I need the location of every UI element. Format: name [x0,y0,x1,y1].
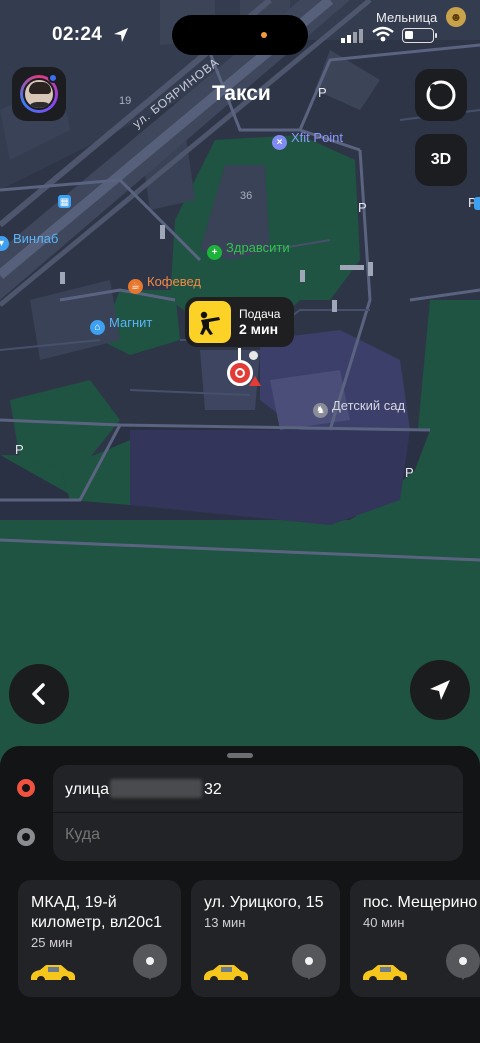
poi-magnit[interactable]: ⌂ Магнит [90,315,152,335]
notification-badge [48,73,58,83]
poi-zdravsity[interactable]: + Здравсити [207,240,290,260]
ring-icon [426,80,456,110]
wine-icon: ▾ [0,236,9,251]
dumbbell-icon: × [272,135,287,150]
status-time: 02:24 [52,24,103,45]
destination-dot-icon [17,828,35,846]
poi-kofeved[interactable]: ☕ Кофевед [128,274,201,294]
origin-dot-icon [17,779,35,797]
svg-text:P: P [15,442,24,457]
map-canvas: P P P P P [0,0,480,562]
route-sheet: улица 32 МКАД, 19-й километр, вл20с1 25 м… [0,746,480,1043]
metro-icon-right [474,195,480,210]
taxi-car-icon [363,965,407,984]
taxi-car-icon [204,965,248,984]
poi-kindergarten[interactable]: ♞ Детский сад [313,398,405,418]
battery-cap [435,33,437,38]
wifi-icon [372,26,394,42]
redacted-address [109,779,202,798]
hailing-person-icon [189,301,231,343]
back-button[interactable] [9,664,69,724]
page-title: Такси [212,82,271,105]
map-pin-icon [446,944,480,980]
pharmacy-cross-icon: + [207,245,222,260]
layers-toggle-button[interactable] [415,69,467,121]
suggestion-card[interactable]: МКАД, 19-й километр, вл20с1 25 мин [18,880,181,997]
coffee-icon: ☕ [128,279,143,294]
carrier-name: Мельница [376,10,438,25]
suggestion-time: 25 мин [31,935,73,950]
suggestion-card[interactable]: ул. Урицкого, 15 13 мин [191,880,340,997]
suggestion-title: МКАД, 19-й километр, вл20с1 [31,894,162,931]
carrier-emoji-icon: ☻ [446,7,466,27]
profile-button[interactable] [12,67,66,121]
route-input-box: улица 32 [53,765,463,861]
svg-text:P: P [405,465,414,480]
taxi-car-icon [31,965,75,984]
metro-icon: ▦ [58,195,71,208]
suggestion-title: ул. Урицкого, 15 [204,894,324,911]
origin-house: 32 [203,781,222,798]
navigation-arrow-icon [430,680,450,700]
origin-field[interactable]: улица 32 [65,779,222,799]
poi-vinlab[interactable]: ▾ Винлаб [0,231,58,251]
pickup-label: Подача [239,307,281,321]
suggestion-time: 40 мин [363,915,405,930]
my-location-button[interactable] [410,660,470,720]
house-number-36: 36 [240,190,253,202]
map-pin-icon [292,944,326,980]
signal-icon [341,29,363,43]
suggestion-card[interactable]: пос. Мещерино 40 мин [350,880,480,997]
suggestion-title: пос. Мещерино [363,894,478,911]
svg-text:P: P [358,200,367,215]
privacy-indicator-dot [261,32,267,38]
suggestion-time: 13 мин [204,915,246,930]
dynamic-island [172,15,308,55]
svg-text:P: P [318,85,327,100]
destination-input[interactable] [65,826,445,844]
sheet-grabber[interactable] [227,753,253,758]
location-arrow-icon [114,28,128,42]
map-pin-icon [133,944,167,980]
battery-icon [402,28,434,43]
pickup-eta: 2 мин [239,321,279,337]
field-divider [53,812,463,813]
shopping-basket-icon: ⌂ [90,320,105,335]
chevron-left-icon [32,683,45,705]
poi-xfit[interactable]: × Xfit Point [272,130,343,150]
3d-mode-button[interactable]: 3D [415,134,467,186]
origin-street: улица [65,781,109,798]
pickup-eta-bubble[interactable]: Подача 2 мин [185,297,295,347]
house-number-19: 19 [119,95,132,107]
map-view[interactable]: P P P P P 19 36 ул. БОЯРИНОВА × Xfit Poin… [0,0,480,780]
rocking-horse-icon: ♞ [313,403,328,418]
